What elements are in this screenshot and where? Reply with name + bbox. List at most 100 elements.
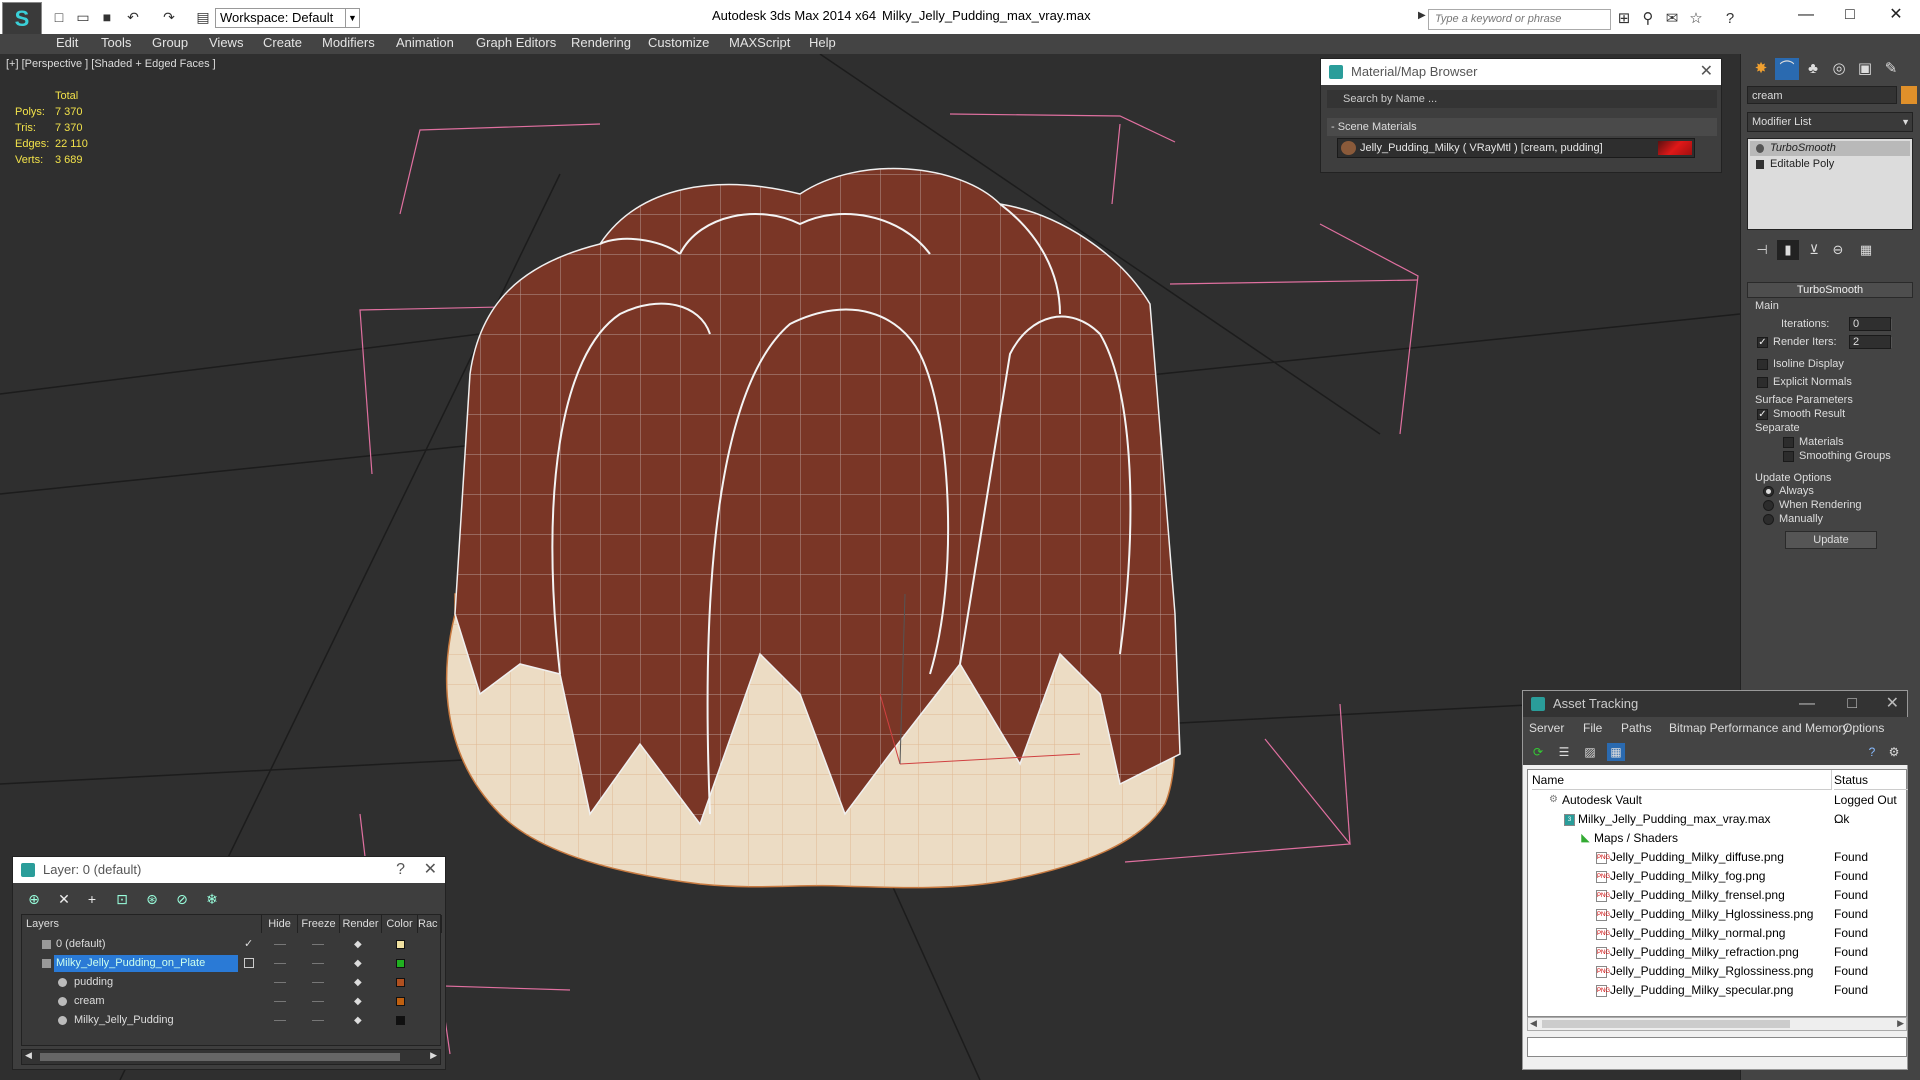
active-layer-box[interactable] <box>244 958 254 968</box>
show-end-result-icon[interactable]: ▮ <box>1777 240 1799 260</box>
menu-server[interactable]: Server <box>1529 717 1564 739</box>
asset-row[interactable]: 3 Milky_Jelly_Pudding_max_vray.max Ok <box>1528 810 1908 829</box>
thumbnail-view-icon[interactable]: ▨ <box>1581 743 1599 761</box>
hide-toggle[interactable] <box>274 944 286 945</box>
layer-row[interactable]: cream ◆ <box>22 992 442 1011</box>
stack-item-editable-poly[interactable]: Editable Poly <box>1750 157 1910 172</box>
when-rendering-radio[interactable] <box>1763 500 1774 511</box>
minimize-button[interactable]: — <box>1786 4 1826 26</box>
render-teapot-icon[interactable]: ◆ <box>354 992 362 1011</box>
binoculars-icon[interactable]: ⊞ <box>1614 9 1634 29</box>
asset-tracking-header[interactable]: Asset Tracking — □ ✕ <box>1523 691 1907 717</box>
explicit-normals-checkbox[interactable] <box>1757 377 1768 388</box>
layer-color-swatch[interactable] <box>396 978 405 987</box>
create-layer-icon[interactable]: ⊕ <box>23 889 45 909</box>
create-tab-icon[interactable]: ✸ <box>1749 58 1773 80</box>
hide-toggle[interactable] <box>274 1020 286 1021</box>
menu-paths[interactable]: Paths <box>1621 717 1652 739</box>
asset-row[interactable]: PNG Jelly_Pudding_Milky_Hglossiness.png … <box>1528 905 1908 924</box>
hide-toggle[interactable] <box>274 1001 286 1002</box>
object-name-field[interactable]: cream <box>1747 86 1897 104</box>
col-hide[interactable]: Hide <box>262 915 298 933</box>
freeze-toggle[interactable] <box>312 1020 324 1021</box>
asset-row[interactable]: PNG Jelly_Pudding_Milky_normal.png Found <box>1528 924 1908 943</box>
scroll-thumb[interactable] <box>1542 1020 1790 1028</box>
help-icon[interactable]: ? <box>396 857 405 883</box>
menu-views[interactable]: Views <box>209 34 243 54</box>
asset-row[interactable]: ◣ Maps / Shaders <box>1528 829 1908 848</box>
smoothing-groups-checkbox[interactable] <box>1783 451 1794 462</box>
subscription-icon[interactable]: ⚲ <box>1638 9 1658 29</box>
col-color[interactable]: Color <box>382 915 418 933</box>
list-view-icon[interactable]: ☰ <box>1555 743 1573 761</box>
save-file-icon[interactable]: ■ <box>98 8 116 26</box>
expand-icon[interactable] <box>1756 160 1764 169</box>
active-layer-check-icon[interactable]: ✓ <box>244 935 253 954</box>
scroll-thumb[interactable] <box>40 1053 400 1061</box>
asset-row[interactable]: PNG Jelly_Pudding_Milky_frensel.png Foun… <box>1528 886 1908 905</box>
menu-graph-editors[interactable]: Graph Editors <box>476 34 556 54</box>
hide-all-icon[interactable]: ⊘ <box>171 889 193 909</box>
layer-row[interactable]: Milky_Jelly_Pudding ◆ <box>22 1011 442 1030</box>
asset-horizontal-scrollbar[interactable]: ◀ ▶ <box>1527 1017 1907 1031</box>
col-radiosity[interactable]: Rac <box>418 915 442 933</box>
materials-checkbox[interactable] <box>1783 437 1794 448</box>
menu-bitmap-performance[interactable]: Bitmap Performance and Memory <box>1669 717 1848 739</box>
select-objects-icon[interactable]: ⊡ <box>111 889 133 909</box>
object-color-swatch[interactable] <box>1901 86 1917 104</box>
render-teapot-icon[interactable]: ◆ <box>354 935 362 954</box>
add-to-layer-icon[interactable]: + <box>81 889 103 909</box>
asset-row[interactable]: PNG Jelly_Pudding_Milky_Rglossiness.png … <box>1528 962 1908 981</box>
menu-create[interactable]: Create <box>263 34 302 54</box>
asset-row[interactable]: PNG Jelly_Pudding_Milky_diffuse.png Foun… <box>1528 848 1908 867</box>
layer-manager-header[interactable]: Layer: 0 (default) ? ✕ <box>13 857 445 883</box>
new-file-icon[interactable]: □ <box>50 8 68 26</box>
open-file-icon[interactable]: ▭ <box>74 8 92 26</box>
col-name[interactable]: Name <box>1532 770 1832 790</box>
scroll-right-icon[interactable]: ▶ <box>430 1050 437 1061</box>
lightbulb-icon[interactable] <box>1756 144 1764 153</box>
col-freeze[interactable]: Freeze <box>298 915 340 933</box>
undo-icon[interactable]: ↶ <box>124 8 142 26</box>
help-icon[interactable]: ? <box>1863 743 1881 761</box>
stack-item-turbosmooth[interactable]: TurboSmooth <box>1750 141 1910 156</box>
project-folder-icon[interactable]: ▤ <box>194 8 212 26</box>
scroll-left-icon[interactable]: ◀ <box>25 1050 32 1061</box>
menu-file[interactable]: File <box>1583 717 1602 739</box>
close-button[interactable]: ✕ <box>1876 4 1916 26</box>
viewport-label[interactable]: [+] [Perspective ] [Shaded + Edged Faces… <box>6 58 216 70</box>
render-teapot-icon[interactable]: ◆ <box>354 954 362 973</box>
material-search-input[interactable]: Search by Name ... <box>1327 90 1717 108</box>
layer-color-swatch[interactable] <box>396 997 405 1006</box>
configure-sets-icon[interactable]: ▦ <box>1855 240 1877 260</box>
col-layers[interactable]: Layers <box>26 915 262 933</box>
render-iters-checkbox[interactable]: ✓ <box>1757 337 1768 348</box>
utilities-tab-icon[interactable]: ✎ <box>1879 58 1903 80</box>
layer-color-swatch[interactable] <box>396 1016 405 1025</box>
render-teapot-icon[interactable]: ◆ <box>354 973 362 992</box>
communication-icon[interactable]: ✉ <box>1662 9 1682 29</box>
help-icon[interactable]: ? <box>1720 9 1740 29</box>
asset-path-field[interactable] <box>1527 1037 1907 1057</box>
layer-row[interactable]: pudding ◆ <box>22 973 442 992</box>
motion-tab-icon[interactable]: ◎ <box>1827 58 1851 80</box>
scroll-left-icon[interactable]: ◀ <box>1530 1018 1537 1029</box>
material-browser-header[interactable]: Material/Map Browser ✕ <box>1321 59 1721 85</box>
layer-row[interactable]: 0 (default) ✓ ◆ <box>22 935 442 954</box>
render-teapot-icon[interactable]: ◆ <box>354 1011 362 1030</box>
freeze-toggle[interactable] <box>312 944 324 945</box>
isoline-display-checkbox[interactable] <box>1757 359 1768 370</box>
col-render[interactable]: Render <box>340 915 382 933</box>
asset-row[interactable]: PNG Jelly_Pudding_Milky_specular.png Fou… <box>1528 981 1908 1000</box>
close-icon[interactable]: ✕ <box>424 857 437 883</box>
menu-customize[interactable]: Customize <box>648 34 709 54</box>
smooth-result-checkbox[interactable]: ✓ <box>1757 409 1768 420</box>
table-view-icon[interactable]: ▦ <box>1607 743 1625 761</box>
workspace-dropdown[interactable]: Workspace: Default ▼ <box>215 8 360 28</box>
layer-row[interactable]: Milky_Jelly_Pudding_on_Plate ◆ <box>22 954 442 973</box>
menu-modifiers[interactable]: Modifiers <box>322 34 375 54</box>
refresh-icon[interactable]: ⟳ <box>1529 743 1547 761</box>
remove-modifier-icon[interactable]: ⊖ <box>1827 240 1849 260</box>
menu-options[interactable]: Options <box>1843 717 1884 739</box>
material-item[interactable]: Jelly_Pudding_Milky ( VRayMtl ) [cream, … <box>1337 138 1695 158</box>
